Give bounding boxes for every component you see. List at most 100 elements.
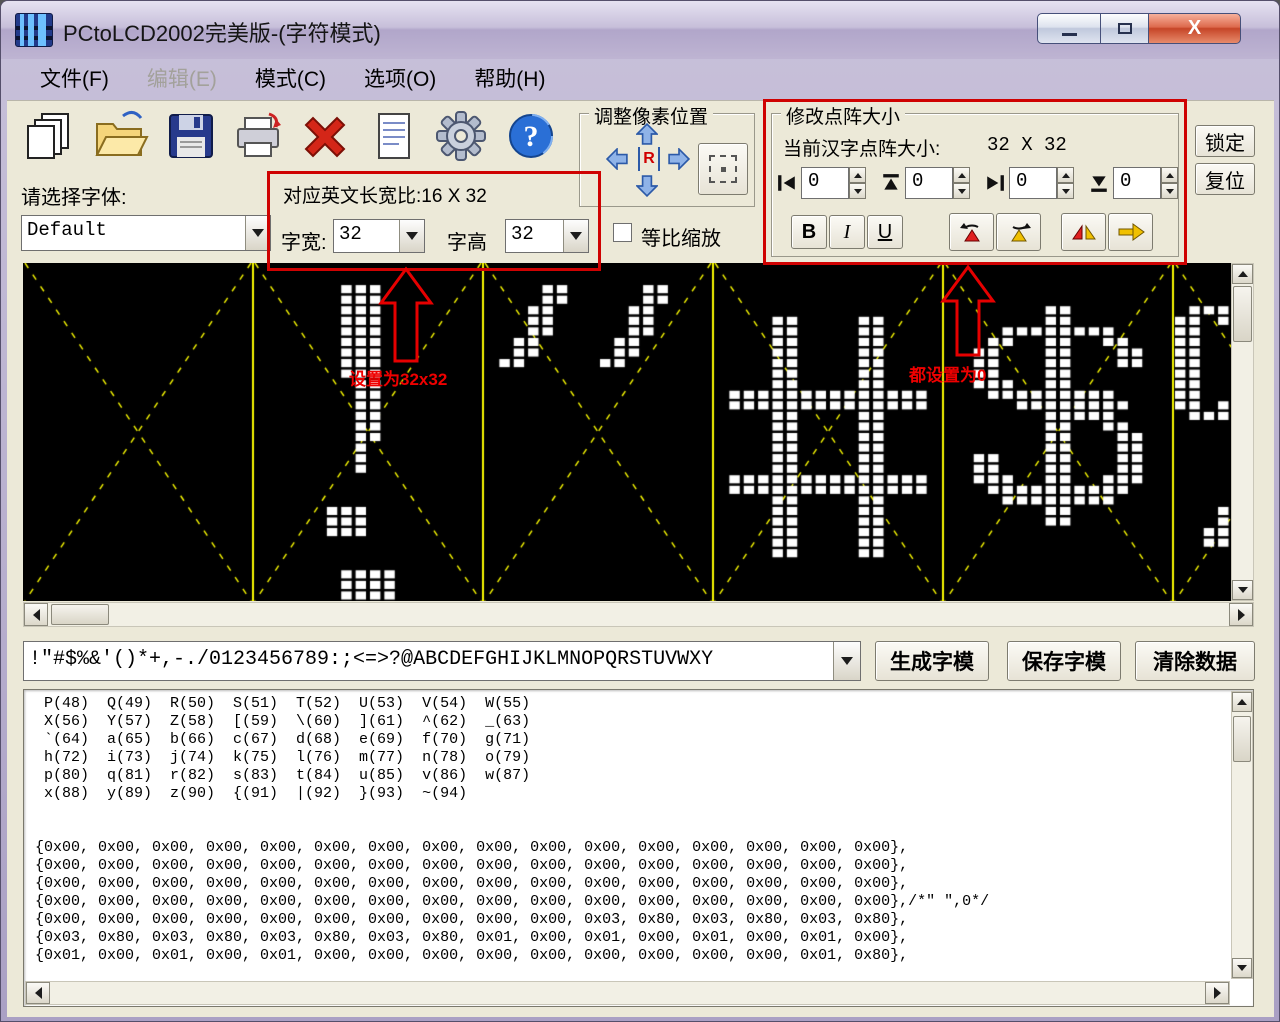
spin-down-button[interactable] bbox=[1161, 183, 1178, 199]
toolbar-new-button[interactable] bbox=[21, 107, 81, 165]
toolbar-report-button[interactable] bbox=[363, 107, 423, 165]
flip-horizontal-button[interactable] bbox=[1061, 213, 1106, 251]
output-vscrollbar[interactable] bbox=[1231, 691, 1253, 979]
output-text: P(48) Q(49) R(50) S(51) T(52) U(53) V(54… bbox=[35, 695, 989, 965]
dot-matrix-editor[interactable] bbox=[23, 263, 1231, 601]
generate-button[interactable]: 生成字模 bbox=[875, 641, 989, 681]
scale-lock-checkbox[interactable] bbox=[613, 223, 632, 242]
font-select-label: 请选择字体: bbox=[21, 181, 127, 210]
title-bar[interactable]: PCtoLCD2002完美版-(字符模式) X bbox=[1, 1, 1279, 59]
help-icon: ? bbox=[504, 110, 558, 162]
vscroll-thumb[interactable] bbox=[1233, 286, 1252, 342]
pixel-right-button[interactable] bbox=[663, 146, 695, 172]
report-document-icon bbox=[366, 111, 420, 161]
font-select-drop-button[interactable] bbox=[245, 216, 270, 250]
spin-down-icon bbox=[854, 189, 862, 194]
window-title: PCtoLCD2002完美版-(字符模式) bbox=[63, 16, 381, 48]
char-width-drop-button[interactable] bbox=[399, 220, 424, 252]
toolbar-help-button[interactable]: ? bbox=[501, 107, 561, 165]
vscroll-thumb[interactable] bbox=[1233, 716, 1251, 762]
canvas-hscrollbar[interactable] bbox=[23, 602, 1254, 627]
spin-up-button[interactable] bbox=[953, 167, 970, 183]
scroll-up-icon bbox=[1238, 271, 1248, 277]
toolbar-save-button[interactable] bbox=[161, 107, 221, 165]
hscroll-thumb[interactable] bbox=[51, 604, 109, 625]
maximize-button[interactable] bbox=[1101, 13, 1148, 44]
menu-options[interactable]: 选项(O) bbox=[345, 60, 455, 100]
arrow-left-icon bbox=[606, 148, 628, 170]
canvas-vscrollbar[interactable] bbox=[1231, 263, 1254, 601]
scroll-up-icon bbox=[1237, 699, 1247, 705]
toolbar-delete-button[interactable] bbox=[295, 107, 355, 165]
menu-edit: 编辑(E) bbox=[128, 60, 236, 100]
flip-vertical-icon bbox=[1117, 220, 1145, 244]
scroll-up-button[interactable] bbox=[1232, 264, 1253, 284]
rotate-left-button[interactable] bbox=[949, 213, 994, 251]
menu-help[interactable]: 帮助(H) bbox=[455, 60, 564, 100]
chevron-down-icon bbox=[406, 232, 418, 240]
settings-gear-icon bbox=[433, 110, 489, 162]
pixel-up-button[interactable] bbox=[631, 121, 663, 147]
char-height-combo[interactable]: 32 bbox=[505, 219, 589, 253]
spin-up-button[interactable] bbox=[1161, 167, 1178, 183]
charset-drop-button[interactable] bbox=[833, 642, 860, 680]
dot-matrix-canvas[interactable] bbox=[23, 263, 1231, 601]
char-width-combo[interactable]: 32 bbox=[333, 219, 425, 253]
italic-button[interactable]: I bbox=[829, 215, 865, 249]
menu-bar: 文件(F) 编辑(E) 模式(C) 选项(O) 帮助(H) bbox=[7, 59, 1274, 101]
pixel-left-button[interactable] bbox=[601, 146, 633, 172]
output-hscrollbar[interactable] bbox=[25, 981, 1230, 1005]
pixel-down-button[interactable] bbox=[631, 173, 663, 199]
offset-top-field[interactable]: 0 bbox=[905, 167, 953, 199]
offset-right-spinner bbox=[1057, 167, 1074, 199]
reset-button[interactable]: 复位 bbox=[1195, 163, 1255, 195]
rotate-left-icon bbox=[958, 220, 986, 244]
underline-button[interactable]: U bbox=[867, 215, 903, 249]
offset-bottom-field[interactable]: 0 bbox=[1113, 167, 1161, 199]
minimize-icon bbox=[1062, 33, 1077, 36]
offset-left-field[interactable]: 0 bbox=[801, 167, 849, 199]
scroll-left-button[interactable] bbox=[26, 982, 50, 1004]
lock-button[interactable]: 锁定 bbox=[1195, 125, 1255, 157]
toolbar-open-button[interactable] bbox=[91, 107, 151, 165]
scroll-right-button[interactable] bbox=[1205, 982, 1229, 1004]
menu-file[interactable]: 文件(F) bbox=[21, 60, 128, 100]
menu-mode[interactable]: 模式(C) bbox=[236, 60, 345, 100]
spin-down-button[interactable] bbox=[953, 183, 970, 199]
flip-vertical-button[interactable] bbox=[1108, 213, 1153, 251]
scroll-down-icon bbox=[1237, 965, 1247, 971]
minimize-button[interactable] bbox=[1037, 13, 1101, 44]
spin-up-button[interactable] bbox=[849, 167, 866, 183]
scroll-left-icon bbox=[35, 987, 42, 999]
spin-down-button[interactable] bbox=[1057, 183, 1074, 199]
save-model-button[interactable]: 保存字模 bbox=[1007, 641, 1121, 681]
toolbar-settings-button[interactable] bbox=[431, 107, 491, 165]
scroll-up-button[interactable] bbox=[1232, 692, 1252, 712]
char-width-value: 32 bbox=[334, 220, 399, 252]
scroll-right-icon bbox=[1238, 609, 1245, 621]
scroll-down-button[interactable] bbox=[1232, 958, 1252, 978]
spin-down-button[interactable] bbox=[849, 183, 866, 199]
offset-right-field[interactable]: 0 bbox=[1009, 167, 1057, 199]
char-height-value: 32 bbox=[506, 220, 563, 252]
scroll-right-button[interactable] bbox=[1229, 603, 1253, 626]
scroll-down-button[interactable] bbox=[1232, 580, 1253, 600]
char-height-drop-button[interactable] bbox=[563, 220, 588, 252]
bold-button[interactable]: B bbox=[791, 215, 827, 249]
close-button[interactable]: X bbox=[1148, 13, 1241, 44]
clear-data-button[interactable]: 清除数据 bbox=[1135, 641, 1255, 681]
selection-frame-button[interactable] bbox=[698, 143, 748, 195]
open-folder-icon bbox=[93, 110, 149, 162]
matrix-current-value: 32 X 32 bbox=[987, 134, 1067, 156]
app-window: PCtoLCD2002完美版-(字符模式) X 文件(F) 编辑(E) 模式(C… bbox=[0, 0, 1280, 1022]
spin-up-button[interactable] bbox=[1057, 167, 1074, 183]
toolbar-print-button[interactable] bbox=[229, 107, 289, 165]
ratio-label: 对应英文长宽比:16 X 32 bbox=[283, 181, 487, 208]
charset-combo[interactable]: !"#$%&'()*+,-./0123456789:;<=>?@ABCDEFGH… bbox=[23, 641, 861, 681]
scroll-left-button[interactable] bbox=[24, 603, 48, 626]
chevron-down-icon bbox=[570, 232, 582, 240]
spin-down-icon bbox=[1062, 189, 1070, 194]
rotate-right-button[interactable] bbox=[996, 213, 1041, 251]
scale-lock-label: 等比缩放 bbox=[641, 222, 721, 251]
font-select-combo[interactable]: Default bbox=[21, 215, 271, 251]
